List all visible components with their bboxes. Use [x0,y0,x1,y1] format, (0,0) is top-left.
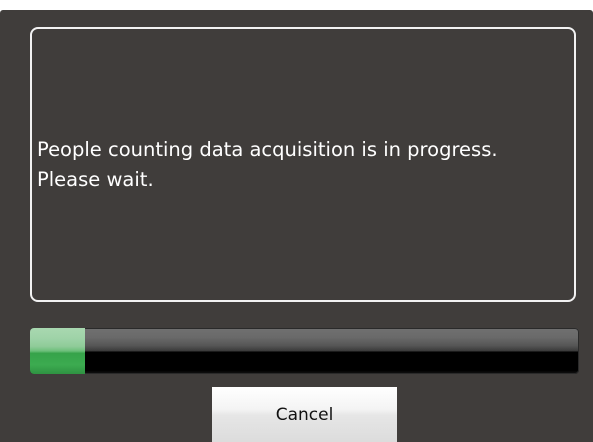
progress-bar [30,328,579,374]
status-message: People counting data acquisition is in p… [37,135,577,195]
progress-dialog: People counting data acquisition is in p… [0,10,593,442]
status-message-line-1: People counting data acquisition is in p… [37,138,498,161]
message-panel: People counting data acquisition is in p… [30,27,576,302]
cancel-button[interactable]: Cancel [212,387,397,442]
progress-bar-fill [30,328,85,374]
status-message-line-2: Please wait. [37,168,154,191]
